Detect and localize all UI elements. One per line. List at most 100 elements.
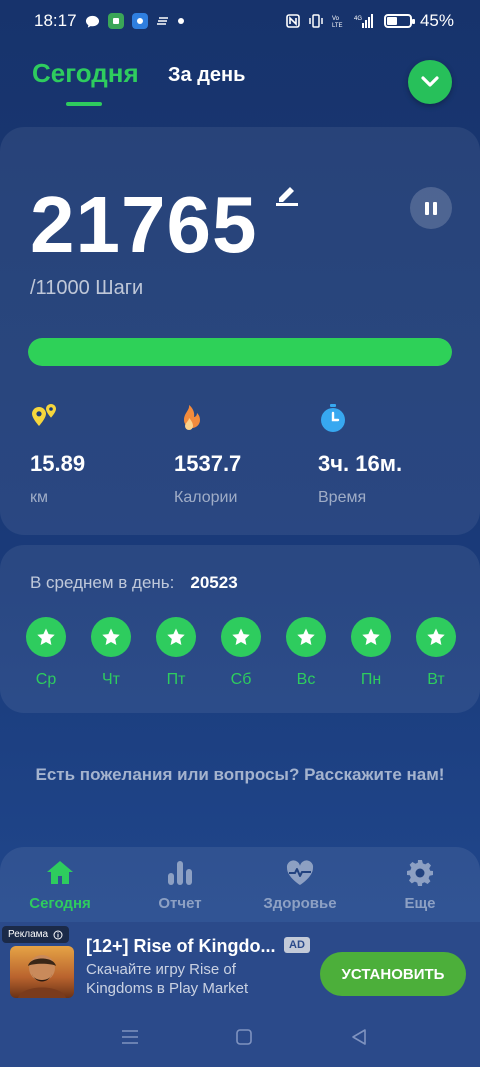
star-icon: [297, 628, 315, 645]
star-icon: [362, 628, 380, 645]
nav-more-label: Еще: [404, 895, 436, 912]
bar-chart-icon: [168, 861, 192, 885]
app-notification-icon: [107, 13, 124, 29]
nav-report[interactable]: Отчет: [130, 857, 230, 912]
nav-more[interactable]: Еще: [370, 857, 470, 912]
steps-goal-unit: Шаги: [95, 277, 144, 299]
star-icon: [102, 628, 120, 645]
ad-image[interactable]: [10, 946, 74, 998]
day-1[interactable]: Чт: [89, 617, 133, 689]
stat-calories-label: Калории: [174, 489, 238, 506]
status-left: 18:17: [34, 11, 184, 31]
pause-icon-bar: [433, 201, 437, 215]
nav-health[interactable]: Здоровье: [250, 857, 350, 912]
status-right: Vo LTE 4G 45%: [286, 11, 454, 31]
day-3[interactable]: Сб: [219, 617, 263, 689]
day-5[interactable]: Пн: [349, 617, 393, 689]
ad-tag: AD: [284, 937, 310, 953]
steps-progress-fill: [28, 338, 452, 366]
ad-banner[interactable]: Реклама [12+] Rise of Kingdo... AD Скача…: [0, 922, 480, 1008]
tab-today[interactable]: Сегодня: [32, 58, 139, 89]
day-4[interactable]: Вс: [284, 617, 328, 689]
pause-button[interactable]: [410, 187, 452, 229]
nav-today[interactable]: Сегодня: [10, 857, 110, 912]
star-icon: [427, 628, 445, 645]
day-6[interactable]: Вт: [414, 617, 458, 689]
weekly-card: В среднем в день: 20523 Ср Чт Пт Сб Вс Пн Вт: [0, 545, 480, 713]
day-label: Пт: [166, 671, 186, 688]
ad-badge: Реклама: [2, 926, 70, 943]
home-square-icon[interactable]: [235, 1028, 253, 1046]
svg-text:4G: 4G: [354, 16, 362, 22]
app-notification-icon-2: [131, 13, 148, 29]
stat-distance: 15.89 км: [30, 403, 85, 507]
menu-icon[interactable]: [120, 1028, 140, 1046]
day-circle: [91, 617, 131, 657]
nav-health-label: Здоровье: [263, 895, 337, 912]
chevron-down-icon: [421, 76, 439, 87]
svg-text:LTE: LTE: [332, 23, 343, 28]
stat-calories: 1537.7 Калории: [174, 403, 241, 507]
average-label: В среднем в день:: [30, 573, 175, 592]
top-tabs: Сегодня За день: [32, 58, 452, 114]
day-circle: [156, 617, 196, 657]
edit-steps-button[interactable]: [274, 181, 300, 212]
status-bar: 18:17 Vo LTE 4G 45%: [0, 0, 480, 42]
day-circle: [26, 617, 66, 657]
stat-time-value: 3ч. 16м.: [318, 451, 403, 476]
steps-goal: /11000 Шаги: [30, 277, 143, 300]
nav-report-label: Отчет: [158, 895, 202, 912]
day-0[interactable]: Ср: [24, 617, 68, 689]
pencil-icon: [276, 187, 298, 206]
tab-today-indicator: [66, 102, 102, 106]
bottom-nav: Сегодня Отчет Здоровье Еще: [0, 847, 480, 927]
day-circle: [286, 617, 326, 657]
steps-progress-bar: [28, 338, 452, 366]
steps-card: 21765 /11000 Шаги 15.89 км 1537.7 Калори…: [0, 127, 480, 535]
star-icon: [167, 628, 185, 645]
system-nav-bar: [0, 1008, 480, 1067]
stat-distance-label: км: [30, 489, 48, 506]
steps-count: 21765: [30, 180, 258, 269]
nfc-icon: [286, 14, 300, 28]
notes-icon: [156, 15, 170, 27]
star-icon: [37, 628, 55, 645]
feedback-link[interactable]: Есть пожелания или вопросы? Расскажите н…: [30, 763, 450, 787]
location-icon: [32, 404, 56, 426]
stat-time-label: Время: [318, 489, 367, 506]
volte-icon: Vo LTE: [332, 14, 346, 28]
back-icon[interactable]: [350, 1028, 368, 1046]
star-icon: [232, 628, 250, 645]
flame-icon: [184, 405, 200, 430]
day-label: Вт: [427, 671, 445, 688]
steps-goal-value: /11000: [30, 277, 90, 299]
day-2[interactable]: Пт: [154, 617, 198, 689]
ad-title[interactable]: [12+] Rise of Kingdo...: [86, 936, 276, 957]
day-circle: [416, 617, 456, 657]
days-row: Ср Чт Пт Сб Вс Пн Вт: [0, 617, 480, 697]
more-notifications-dot-icon: [177, 18, 184, 24]
stat-time: 3ч. 16м. Время: [318, 403, 402, 507]
average-value: 20523: [190, 573, 238, 592]
chat-icon: [85, 14, 100, 29]
day-label: Пн: [360, 671, 382, 688]
ad-install-button[interactable]: УСТАНОВИТЬ: [320, 952, 466, 996]
status-time: 18:17: [34, 11, 77, 30]
pause-icon-bar: [425, 201, 429, 215]
average-row: В среднем в день: 20523: [30, 573, 238, 593]
expand-button[interactable]: [408, 60, 452, 104]
vibrate-icon: [308, 14, 324, 28]
day-circle: [351, 617, 391, 657]
tab-by-day[interactable]: За день: [168, 64, 245, 87]
ad-description: Скачайте игру Rise of Kingdoms в Play Ma…: [86, 961, 249, 997]
ad-character-icon: [18, 955, 66, 998]
nav-today-label: Сегодня: [29, 895, 91, 912]
home-icon: [47, 861, 73, 884]
gear-icon: [407, 860, 433, 886]
ad-badge-label: Реклама: [8, 929, 49, 940]
day-label: Ср: [35, 671, 57, 688]
stopwatch-icon: [321, 404, 345, 432]
day-label: Чт: [102, 671, 120, 688]
info-icon: [53, 930, 63, 939]
stat-distance-value: 15.89: [30, 451, 86, 476]
